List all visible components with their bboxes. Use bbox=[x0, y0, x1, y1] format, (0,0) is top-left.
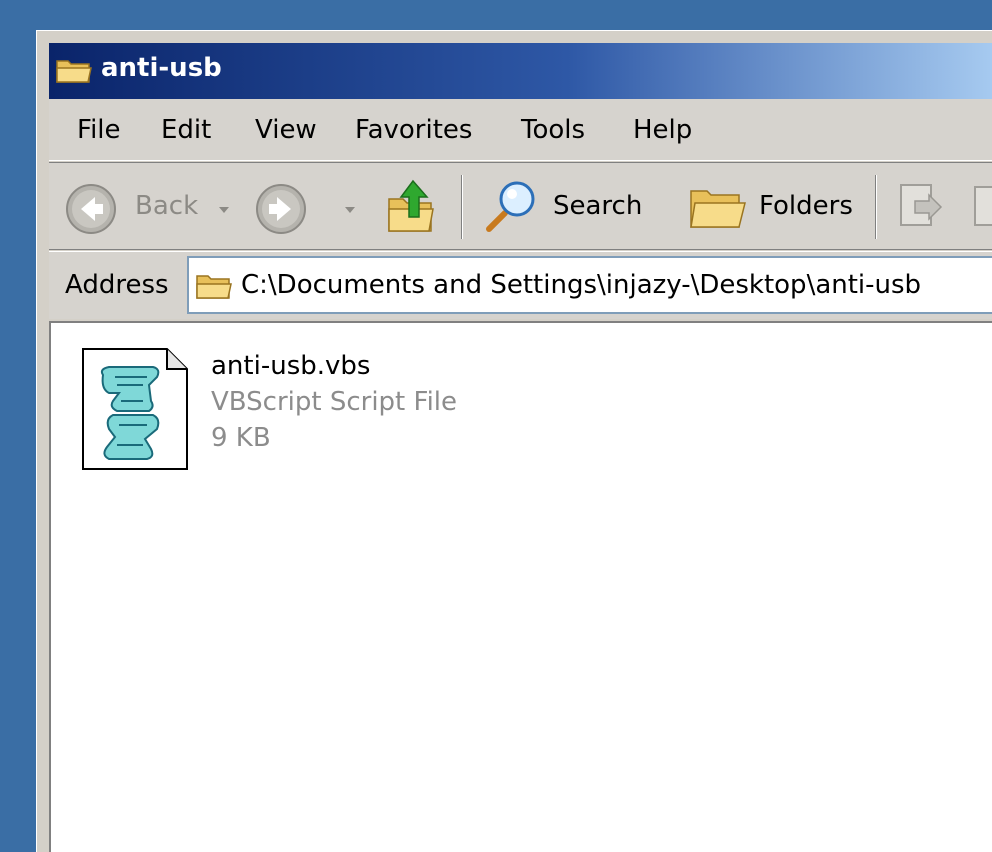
copy-to-button[interactable] bbox=[973, 163, 992, 251]
forward-arrow-icon bbox=[256, 184, 306, 234]
menu-view[interactable]: View bbox=[255, 115, 317, 145]
address-bar: Address C:\Documents and Settings\injazy… bbox=[49, 251, 992, 319]
back-dropdown-arrow[interactable] bbox=[219, 207, 229, 213]
file-size: 9 KB bbox=[211, 423, 271, 453]
back-label: Back bbox=[135, 191, 199, 221]
address-label: Address bbox=[65, 270, 169, 300]
search-button[interactable]: Search bbox=[481, 163, 659, 251]
window-title: anti-usb bbox=[101, 53, 222, 83]
up-folder-icon bbox=[388, 179, 434, 232]
menu-help[interactable]: Help bbox=[633, 115, 692, 145]
back-arrow-icon bbox=[66, 184, 116, 234]
folders-button[interactable]: Folders bbox=[681, 163, 861, 251]
menu-edit[interactable]: Edit bbox=[161, 115, 211, 145]
file-name: anti-usb.vbs bbox=[211, 351, 371, 381]
copy-to-icon bbox=[974, 186, 992, 226]
move-to-icon bbox=[900, 184, 943, 226]
menu-favorites[interactable]: Favorites bbox=[355, 115, 472, 145]
search-icon bbox=[486, 181, 535, 232]
toolbar-separator bbox=[875, 175, 877, 239]
up-folder-button[interactable] bbox=[383, 163, 439, 251]
folders-icon bbox=[690, 190, 746, 228]
file-view[interactable]: anti-usb.vbs VBScript Script File 9 KB bbox=[49, 321, 992, 852]
address-path: C:\Documents and Settings\injazy-\Deskto… bbox=[241, 270, 922, 300]
menu-tools[interactable]: Tools bbox=[521, 115, 585, 145]
standard-toolbar: Back Search Folders bbox=[49, 162, 992, 250]
forward-button[interactable] bbox=[255, 163, 365, 251]
search-label: Search bbox=[553, 191, 643, 221]
back-button[interactable]: Back bbox=[63, 163, 233, 251]
file-item[interactable]: anti-usb.vbs VBScript Script File 9 KB bbox=[79, 345, 499, 485]
vbscript-file-icon bbox=[82, 348, 188, 470]
menu-bar: File Edit View Favorites Tools Help bbox=[49, 99, 992, 161]
folder-icon bbox=[56, 60, 92, 83]
toolbar-separator bbox=[461, 175, 463, 239]
forward-dropdown-arrow[interactable] bbox=[345, 207, 355, 213]
file-type: VBScript Script File bbox=[211, 387, 458, 417]
menu-file[interactable]: File bbox=[77, 115, 121, 145]
move-to-button[interactable] bbox=[895, 163, 955, 251]
explorer-window: anti-usb File Edit View Favorites Tools … bbox=[36, 30, 992, 852]
address-input[interactable]: C:\Documents and Settings\injazy-\Deskto… bbox=[187, 256, 992, 314]
title-bar[interactable]: anti-usb bbox=[49, 43, 992, 99]
folders-label: Folders bbox=[759, 191, 853, 221]
folder-icon bbox=[196, 275, 232, 299]
